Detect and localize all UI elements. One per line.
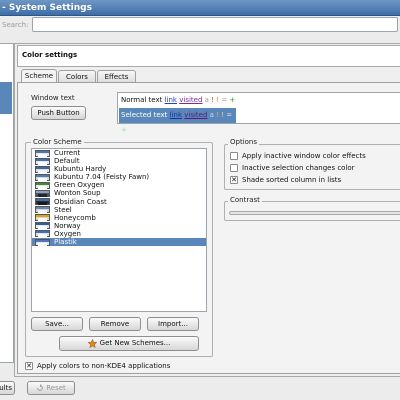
color-scheme-item-label: Honeycomb (54, 213, 96, 222)
scheme-preview-icon (35, 157, 50, 165)
color-scheme-item[interactable]: Kubuntu 7.04 (Feisty Fawn) (32, 173, 206, 181)
color-scheme-item-label: Default (54, 157, 80, 166)
normal-text: Normal text (121, 96, 163, 104)
inactive-selection-label: Inactive selection changes color (242, 164, 355, 172)
options-title: Options (228, 138, 260, 146)
scheme-preview-icon (35, 173, 50, 181)
contrast-title: Contrast (228, 196, 262, 204)
scheme-preview-icon (35, 149, 50, 157)
import-scheme-button[interactable]: Import... (147, 317, 199, 331)
inactive-effects-checkbox[interactable] (230, 152, 238, 160)
color-scheme-item[interactable]: Green Oxygen (32, 181, 206, 189)
sidebar-selected-item[interactable] (0, 82, 12, 114)
apply-non-kde-checkbox[interactable]: ✕ (25, 362, 33, 370)
color-scheme-item[interactable]: Current (32, 149, 206, 157)
scheme-preview-icon (35, 198, 50, 206)
color-scheme-item-label: Plastik (54, 238, 77, 247)
selected-extra-a: a (209, 111, 214, 119)
normal-extra-a: a (204, 96, 209, 104)
color-scheme-item-label: Norway (54, 221, 81, 230)
color-scheme-item[interactable]: Wonton Soup (32, 189, 206, 197)
search-input[interactable] (32, 17, 398, 32)
shade-sorted-checkbox[interactable]: ✕ (230, 176, 238, 184)
push-button[interactable]: Push Button (31, 106, 86, 120)
normal-link[interactable]: link (165, 96, 177, 104)
selected-text: Selected text (121, 111, 168, 119)
scheme-preview-icon (35, 206, 50, 214)
selected-text-preview: Selected text link visited a ! ! = + (119, 108, 236, 134)
selected-extra-plus: + (121, 126, 127, 134)
scheme-preview-icon (35, 238, 50, 246)
window-title: - System Settings (0, 0, 400, 16)
scheme-preview-icon (35, 189, 50, 197)
color-scheme-item-label: Obsidian Coast (54, 197, 107, 206)
color-scheme-item[interactable]: Default (32, 157, 206, 165)
contrast-slider[interactable] (229, 211, 400, 215)
scheme-preview-icon (35, 230, 50, 238)
inactive-effects-label: Apply inactive window color effects (242, 152, 366, 160)
reset-label: Reset (46, 384, 66, 392)
color-scheme-item[interactable]: Plastik (32, 238, 206, 247)
color-scheme-title: Color Scheme (31, 138, 84, 146)
defaults-button[interactable]: ults (0, 381, 15, 395)
color-scheme-item[interactable]: Honeycomb (32, 214, 206, 222)
normal-visited[interactable]: visited (179, 96, 202, 104)
color-scheme-item[interactable]: Kubuntu Hardy (32, 165, 206, 173)
normal-extra-plus: + (229, 96, 236, 104)
color-scheme-item[interactable]: Obsidian Coast (32, 198, 206, 206)
get-new-schemes-button[interactable]: Get New Schemes... (59, 336, 199, 351)
color-scheme-list[interactable]: Current Default Kubuntu Hardy Kubuntu 7.04 … (31, 148, 207, 312)
search-label: Search: (2, 21, 29, 29)
selected-link[interactable]: link (170, 111, 182, 119)
scheme-preview-icon (35, 214, 50, 222)
color-scheme-item-label: Wonton Soup (54, 189, 101, 198)
color-scheme-item[interactable]: Oxygen (32, 230, 206, 238)
save-scheme-button[interactable]: Save... (31, 317, 83, 331)
scheme-preview-icon (35, 222, 50, 230)
window-text-label: Window text (31, 94, 75, 102)
inactive-selection-checkbox[interactable] (230, 164, 238, 172)
category-sidebar[interactable] (0, 43, 14, 363)
normal-extra-eq: = (221, 96, 228, 104)
selected-visited[interactable]: visited (184, 111, 207, 119)
scheme-preview-icon (35, 181, 50, 189)
color-scheme-item-label: Steel (54, 205, 72, 214)
get-new-star-icon (87, 338, 97, 348)
selected-extra-eq: = (226, 111, 233, 119)
color-scheme-item[interactable]: Steel (32, 206, 206, 214)
apply-non-kde-label: Apply colors to non-KDE4 applications (37, 362, 171, 370)
selected-extra-excl-1: ! (216, 111, 220, 119)
window-text-preview: Normal text link visited a ! ! = + Selec… (117, 92, 400, 134)
color-scheme-item-label: Current (54, 149, 81, 157)
reset-button[interactable]: Reset (27, 381, 75, 395)
color-scheme-item[interactable]: Norway (32, 222, 206, 230)
page-title: Color settings (17, 45, 400, 67)
normal-text-preview: Normal text link visited a ! ! = + (121, 96, 235, 104)
color-scheme-item-label: Kubuntu Hardy (54, 165, 107, 174)
scheme-preview-icon (35, 165, 50, 173)
get-new-schemes-label: Get New Schemes... (99, 339, 171, 347)
selected-extra-excl-2: ! (221, 111, 225, 119)
color-scheme-item-label: Green Oxygen (54, 181, 105, 190)
normal-extra-excl-2: ! (216, 96, 220, 104)
color-scheme-item-label: Oxygen (54, 229, 81, 238)
shade-sorted-label: Shade sorted column in lists (242, 176, 342, 184)
color-scheme-item-label: Kubuntu 7.04 (Feisty Fawn) (54, 173, 150, 182)
reset-icon (36, 384, 44, 392)
remove-scheme-button[interactable]: Remove (89, 317, 141, 331)
normal-extra-excl-1: ! (211, 96, 214, 104)
